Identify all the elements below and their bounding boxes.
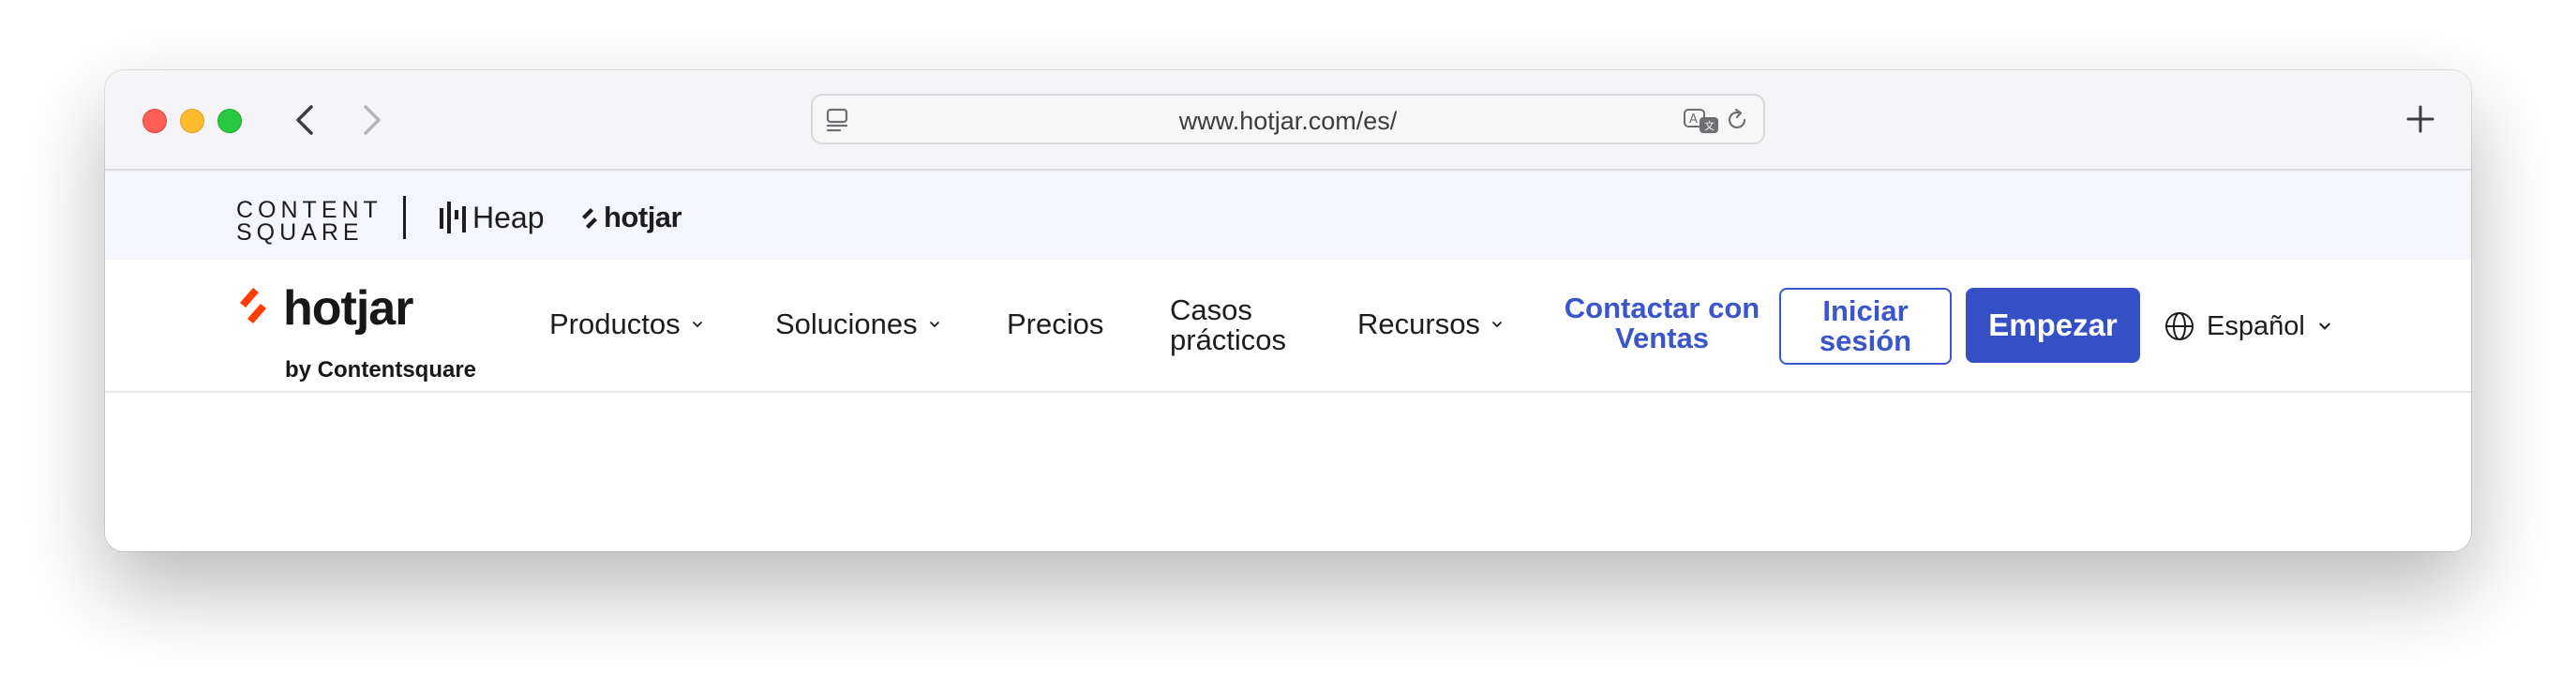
nav-item-soluciones[interactable]: Soluciones: [775, 308, 940, 341]
close-window-button[interactable]: [142, 109, 167, 133]
contact-sales-link[interactable]: Contactar con Ventas: [1537, 293, 1787, 353]
chevron-right-icon[interactable]: [354, 102, 388, 138]
minimize-window-button[interactable]: [180, 109, 204, 133]
nav-item-precios[interactable]: Precios: [1007, 308, 1103, 341]
chevron-down-icon: [1492, 322, 1502, 328]
chevron-down-icon: [692, 322, 702, 328]
get-started-button[interactable]: Empezar: [1966, 288, 2140, 363]
nav-item-productos[interactable]: Productos: [549, 308, 703, 341]
chevron-left-icon[interactable]: [289, 102, 322, 138]
hotjar-small-logo[interactable]: hotjar: [579, 199, 682, 236]
nav-item-label: Precios: [1007, 308, 1104, 340]
login-button-line2: sesión: [1819, 324, 1912, 357]
login-button-line1: Iniciar: [1822, 294, 1909, 327]
chevron-down-icon: [929, 322, 939, 328]
hotjar-small-wordmark: hotjar: [604, 201, 682, 233]
svg-text:文: 文: [1704, 119, 1715, 132]
nav-item-label-line2: prácticos: [1170, 323, 1287, 356]
translate-icon[interactable]: A 文: [1683, 107, 1720, 135]
browser-window: www.hotjar.com/es/ A 文 CONTENT SQUARE He…: [105, 70, 2471, 551]
hotjar-byline: by Contentsquare: [285, 357, 477, 382]
heap-logo[interactable]: Heap: [439, 197, 545, 238]
nav-item-label-line1: Casos: [1170, 293, 1252, 326]
nav-item-label: Productos: [549, 308, 681, 340]
language-label: Español: [2207, 310, 2305, 341]
url-text[interactable]: www.hotjar.com/es/: [813, 107, 1763, 136]
contentsquare-logo-line1: CONTENT: [236, 197, 382, 223]
heap-mark-icon: [440, 202, 466, 233]
hotjar-mark-icon: [582, 208, 597, 229]
brand-bar: CONTENT SQUARE Heap hotjar: [105, 171, 2471, 260]
language-selector[interactable]: Español: [2164, 310, 2331, 342]
nav-item-label: Soluciones: [775, 308, 918, 340]
contentsquare-logo[interactable]: CONTENT SQUARE: [236, 197, 382, 246]
main-navigation: hotjar by Contentsquare Productos Soluci…: [105, 260, 2471, 393]
nav-item-casos-practicos[interactable]: Casos prácticos: [1170, 295, 1286, 355]
logo-divider: [403, 196, 406, 239]
contact-sales-line1: Contactar con: [1564, 292, 1760, 324]
reload-icon[interactable]: [1724, 107, 1750, 133]
plus-icon[interactable]: [2402, 100, 2439, 138]
page-content-area: [105, 393, 2471, 551]
svg-text:A: A: [1689, 112, 1698, 127]
chevron-down-icon: [2319, 322, 2330, 330]
hotjar-logo-icon: [240, 288, 266, 323]
address-bar[interactable]: www.hotjar.com/es/ A 文: [811, 94, 1765, 144]
nav-item-recursos[interactable]: Recursos: [1357, 308, 1503, 341]
browser-toolbar: www.hotjar.com/es/ A 文: [105, 70, 2471, 171]
globe-icon: [2165, 312, 2194, 340]
login-button[interactable]: Iniciar sesión: [1779, 288, 1952, 365]
hotjar-wordmark: hotjar: [283, 281, 413, 336]
zoom-window-button[interactable]: [217, 109, 242, 133]
contentsquare-logo-line2: SQUARE: [236, 219, 364, 246]
nav-item-label: Recursos: [1357, 308, 1480, 340]
contact-sales-line2: Ventas: [1615, 322, 1709, 354]
heap-wordmark: Heap: [472, 200, 545, 234]
